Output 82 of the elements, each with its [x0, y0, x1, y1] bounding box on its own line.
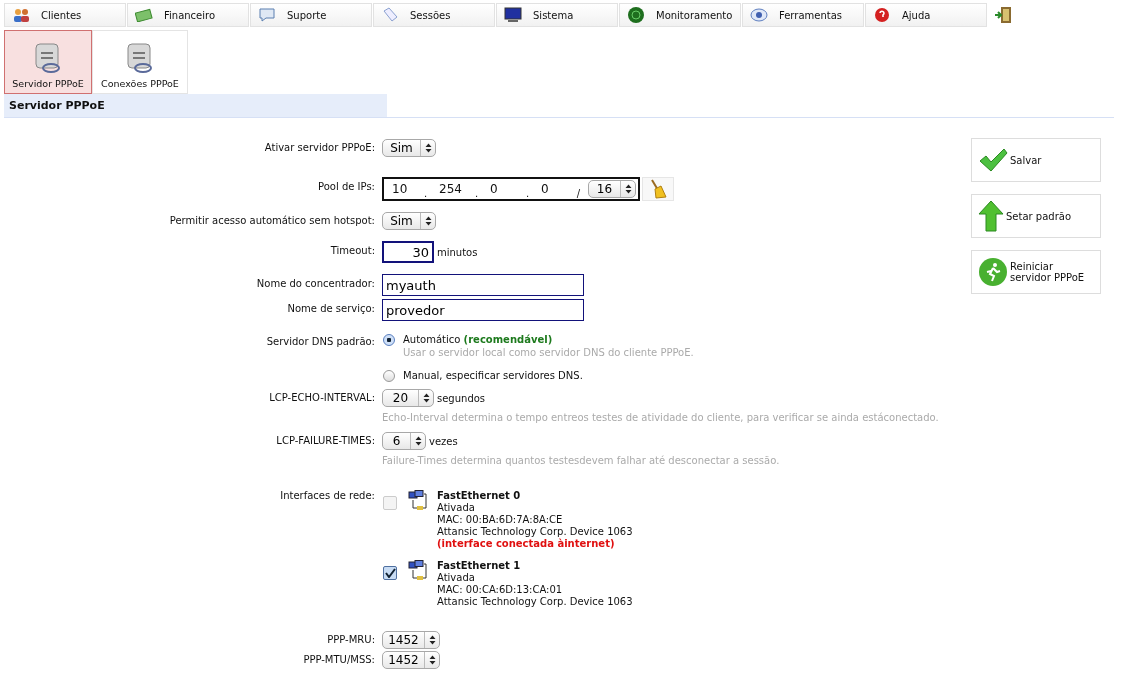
eye-icon [750, 7, 768, 23]
server-plug-icon [125, 42, 155, 74]
dropdown[interactable]: Sim [382, 139, 436, 157]
up-down-arrows-icon [424, 216, 432, 226]
menu-tab[interactable]: Ajuda [865, 3, 987, 27]
checkbox[interactable] [383, 566, 397, 580]
sub-tab[interactable]: Servidor PPPoE [4, 30, 92, 94]
help-text: Failure-Times determina quantos testesdevem falhar até desconectar a sessão. [382, 455, 780, 466]
sub-tab[interactable]: Conexões PPPoE [92, 30, 188, 94]
field-label: Pool de IPs: [317, 180, 376, 194]
field-label: PPP-MTU/MSS: [302, 653, 376, 667]
dropdown[interactable]: 1452 [382, 651, 440, 669]
network-computers-icon [407, 560, 429, 582]
field-label: Nome de serviço: [286, 302, 376, 316]
action-button[interactable]: Setar padrão [971, 194, 1101, 238]
action-button[interactable]: Salvar [971, 138, 1101, 182]
mac-address: MAC: 00:CA:6D:13:CA:01 [437, 584, 564, 596]
menu-tab[interactable]: Sessões [373, 3, 495, 27]
field-label: LCP-ECHO-INTERVAL: [268, 391, 376, 405]
menu-tab[interactable]: Clientes [4, 3, 126, 27]
up-down-arrows-icon [424, 143, 432, 153]
up-down-arrows-icon [422, 393, 430, 403]
field-label: Permitir acesso automático sem hotspot: [168, 214, 376, 228]
device-name: Attansic Technology Corp. Device 1063 [437, 596, 633, 608]
menu-tab[interactable]: Ferramentas [742, 3, 864, 27]
running-man-icon [978, 257, 1008, 287]
section-title: Servidor PPPoE [4, 94, 387, 117]
people-icon [12, 7, 30, 23]
field-label: Interfaces de rede: [279, 489, 376, 503]
field-label: Nome do concentrador: [255, 277, 376, 291]
monitor-icon [504, 7, 522, 23]
up-down-arrows-icon [414, 436, 422, 446]
device-name: Attansic Technology Corp. Device 1063 [437, 526, 633, 538]
mac-address: MAC: 00:BA:6D:7A:8A:CE [437, 514, 564, 526]
ip-pool-field[interactable]: 10 . 254 . 0 . 0 / 16 [382, 177, 640, 201]
warning-text: (interface conectada àinternet) [437, 538, 616, 550]
help-text: Usar o servidor local como servidor DNS do cliente PPPoE. [403, 347, 694, 358]
action-button[interactable]: Reiniciar servidor PPPoE [971, 250, 1101, 294]
tag-icon [381, 7, 399, 23]
menu-tab[interactable]: Financeiro [127, 3, 249, 27]
dropdown[interactable]: Sim [382, 212, 436, 230]
server-plug-icon [33, 42, 63, 74]
money-icon [135, 8, 153, 22]
radio-label: Automático (recomendável) [403, 333, 554, 347]
interface-status: Ativada [437, 502, 476, 514]
up-down-arrows-icon [428, 635, 436, 645]
unit-label: vezes [429, 435, 458, 447]
speech-bubble-icon [258, 7, 276, 23]
text-field[interactable]: provedor [382, 299, 584, 321]
up-down-arrows-icon [624, 184, 632, 194]
unit-label: segundos [437, 392, 486, 404]
radio-label: Manual, especificar servidores DNS. [403, 369, 583, 383]
unit-label: minutos [437, 246, 478, 258]
dropdown[interactable]: 20 [382, 389, 434, 407]
up-arrow-icon [978, 200, 1004, 232]
interface-name: FastEthernet 0 [437, 490, 522, 502]
field-label: Ativar servidor PPPoE: [263, 141, 376, 155]
help-icon [874, 7, 890, 23]
radar-icon [627, 6, 645, 24]
help-text: Echo-Interval determina o tempo entreos testes de atividade do cliente, para verificar se ainda estáconectado. [382, 412, 939, 423]
field-label: PPP-MRU: [326, 633, 376, 647]
field-label: Timeout: [329, 244, 376, 258]
field-label: Servidor DNS padrão: [265, 335, 376, 349]
timeout-field[interactable]: 30 [382, 241, 434, 263]
dropdown[interactable]: 1452 [382, 631, 440, 649]
check-icon [978, 148, 1008, 172]
menu-tab[interactable]: Monitoramento [619, 3, 741, 27]
interface-status: Ativada [437, 572, 476, 584]
menu-tab[interactable]: Sistema [496, 3, 618, 27]
radio-button[interactable] [383, 334, 395, 346]
dropdown[interactable]: 16 [588, 180, 636, 198]
field-label: LCP-FAILURE-TIMES: [275, 434, 376, 448]
exit-door-icon[interactable] [994, 6, 1012, 24]
menu-tab[interactable]: Suporte [250, 3, 372, 27]
broom-icon [649, 179, 667, 199]
network-computers-icon [407, 490, 429, 512]
up-down-arrows-icon [428, 655, 436, 665]
interface-name: FastEthernet 1 [437, 560, 522, 572]
radio-button[interactable] [383, 370, 395, 382]
clear-button[interactable] [642, 177, 674, 201]
text-field[interactable]: myauth [382, 274, 584, 296]
dropdown[interactable]: 6 [382, 432, 426, 450]
